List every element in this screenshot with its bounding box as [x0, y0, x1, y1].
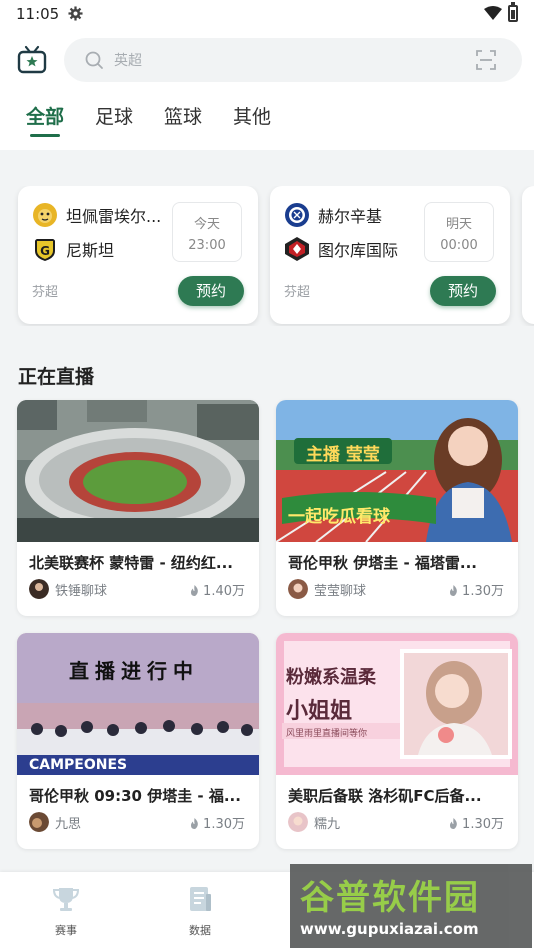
live-tv-icon[interactable]: [16, 44, 48, 76]
live-title: 美职后备联 洛杉矶FC后备...: [288, 787, 482, 805]
thumbnail-overlay-subtext: 小姐姐: [286, 699, 353, 724]
tiger-team-logo-icon: [33, 203, 57, 227]
anchor-name: 九思: [55, 817, 82, 832]
away-team-name: 尼斯坦: [66, 241, 115, 260]
thumbnail-overlay-subtext: 一起吃瓜看球: [288, 507, 390, 527]
live-card[interactable]: 主播 莹莹 一起吃瓜看球 哥伦甲秋 伊塔圭 - 福塔雷... 莹莹聊球 1.30…: [276, 400, 518, 616]
top-header: 英超 全部 足球 篮球 其他: [0, 28, 534, 150]
settings-gear-icon: [68, 6, 83, 21]
status-bar: 11:05: [0, 0, 534, 28]
anchor-avatar: [288, 812, 308, 832]
scan-icon[interactable]: [476, 50, 496, 70]
fire-icon: [450, 585, 457, 596]
match-time-box: 今天 23:00: [172, 202, 242, 262]
watermark-url: www.gupuxiazai.com: [300, 920, 479, 938]
live-card[interactable]: 粉嫩系温柔 小姐姐 风里雨里直播间等你 美职后备联 洛杉矶FC后备... 糯九 …: [276, 633, 518, 849]
live-card[interactable]: 直播进行中 CAMPEONES 哥伦甲秋 09:30 伊塔圭 - 福... 九思…: [17, 633, 259, 849]
nav-item-data[interactable]: 数据: [170, 884, 230, 938]
fire-icon: [191, 818, 198, 829]
helsinki-logo-icon: [285, 203, 309, 227]
nav-label: 赛事: [55, 924, 77, 937]
search-input[interactable]: 英超: [114, 50, 142, 70]
status-time: 11:05: [16, 5, 60, 23]
thumbnail-overlay-caption: 风里雨里直播间等你: [286, 729, 368, 739]
away-team: 图尔库国际: [284, 236, 398, 262]
site-watermark: 谷普软件园 www.gupuxiazai.com: [290, 864, 532, 948]
thumbnail-overlay-text: 粉嫩系温柔: [286, 667, 376, 688]
book-button[interactable]: 预约: [430, 276, 496, 306]
stadium-thumbnail: [17, 400, 259, 542]
home-team: 坦佩雷埃尔...: [32, 202, 161, 228]
match-time: 23:00: [188, 238, 226, 253]
match-day: 明天: [445, 217, 472, 232]
thumbnail-overlay-subtext: CAMPEONES: [29, 757, 128, 773]
heat-value: 1.40万: [203, 584, 245, 599]
wifi-icon: [484, 6, 502, 20]
watermark-title: 谷普软件园: [300, 878, 480, 918]
trophy-icon: [52, 888, 80, 911]
live-section-title: 正在直播: [18, 366, 95, 388]
away-team-name: 图尔库国际: [318, 241, 399, 260]
heat-count: 1.40万: [190, 580, 245, 599]
heat-value: 1.30万: [203, 817, 245, 832]
heat-count: 1.30万: [449, 580, 504, 599]
heat-value: 1.30万: [462, 584, 504, 599]
tab-all[interactable]: 全部: [26, 102, 64, 137]
schedule-carousel[interactable]: 坦佩雷埃尔... G 尼斯坦 今天 23:00 芬超 预约 赫尔辛基 图尔库国际…: [0, 186, 534, 326]
heat-count: 1.30万: [190, 813, 245, 832]
schedule-card-partial[interactable]: [522, 186, 534, 324]
match-day: 今天: [193, 217, 220, 232]
tab-football[interactable]: 足球: [95, 102, 133, 129]
data-doc-icon: [190, 887, 211, 911]
fire-icon: [450, 818, 457, 829]
svg-text:G: G: [40, 244, 50, 258]
live-title: 北美联赛杯 蒙特雷 - 纽约红...: [29, 554, 233, 572]
anchor-name: 莹莹聊球: [314, 584, 367, 599]
league-name: 芬超: [32, 285, 59, 300]
g-team-logo-icon: G: [35, 239, 55, 261]
search-bar[interactable]: 英超: [64, 38, 522, 82]
search-icon: [85, 51, 103, 69]
home-team-name: 赫尔辛基: [318, 207, 383, 226]
tab-basketball[interactable]: 篮球: [164, 102, 202, 129]
schedule-card[interactable]: 赫尔辛基 图尔库国际 明天 00:00 芬超 预约: [270, 186, 510, 324]
nav-label: 数据: [189, 924, 211, 937]
thumbnail-overlay-text: 主播 莹莹: [306, 445, 380, 465]
away-team: G 尼斯坦: [32, 236, 114, 262]
schedule-card[interactable]: 坦佩雷埃尔... G 尼斯坦 今天 23:00 芬超 预约: [18, 186, 258, 324]
live-title: 哥伦甲秋 伊塔圭 - 福塔雷...: [288, 554, 477, 572]
tab-other[interactable]: 其他: [233, 102, 271, 129]
fire-icon: [191, 585, 198, 596]
nav-item-events[interactable]: 赛事: [36, 884, 96, 938]
home-team-name: 坦佩雷埃尔...: [66, 207, 162, 226]
anchor-name: 铁锤聊球: [55, 584, 108, 599]
anchor-avatar: [288, 579, 308, 599]
match-time: 00:00: [440, 238, 478, 253]
heat-value: 1.30万: [462, 817, 504, 832]
book-button[interactable]: 预约: [178, 276, 244, 306]
live-title: 哥伦甲秋 09:30 伊塔圭 - 福...: [29, 787, 241, 805]
home-team: 赫尔辛基: [284, 202, 382, 228]
heat-count: 1.30万: [449, 813, 504, 832]
anchor-avatar: [29, 579, 49, 599]
anchor-name: 糯九: [314, 817, 341, 832]
league-name: 芬超: [284, 285, 311, 300]
battery-icon: [508, 2, 518, 22]
anchor-avatar: [29, 812, 49, 832]
thumbnail-overlay-text: 直播进行中: [69, 659, 199, 683]
match-time-box: 明天 00:00: [424, 202, 494, 262]
turku-logo-icon: [285, 237, 309, 261]
live-card[interactable]: 北美联赛杯 蒙特雷 - 纽约红... 铁锤聊球 1.40万: [17, 400, 259, 616]
